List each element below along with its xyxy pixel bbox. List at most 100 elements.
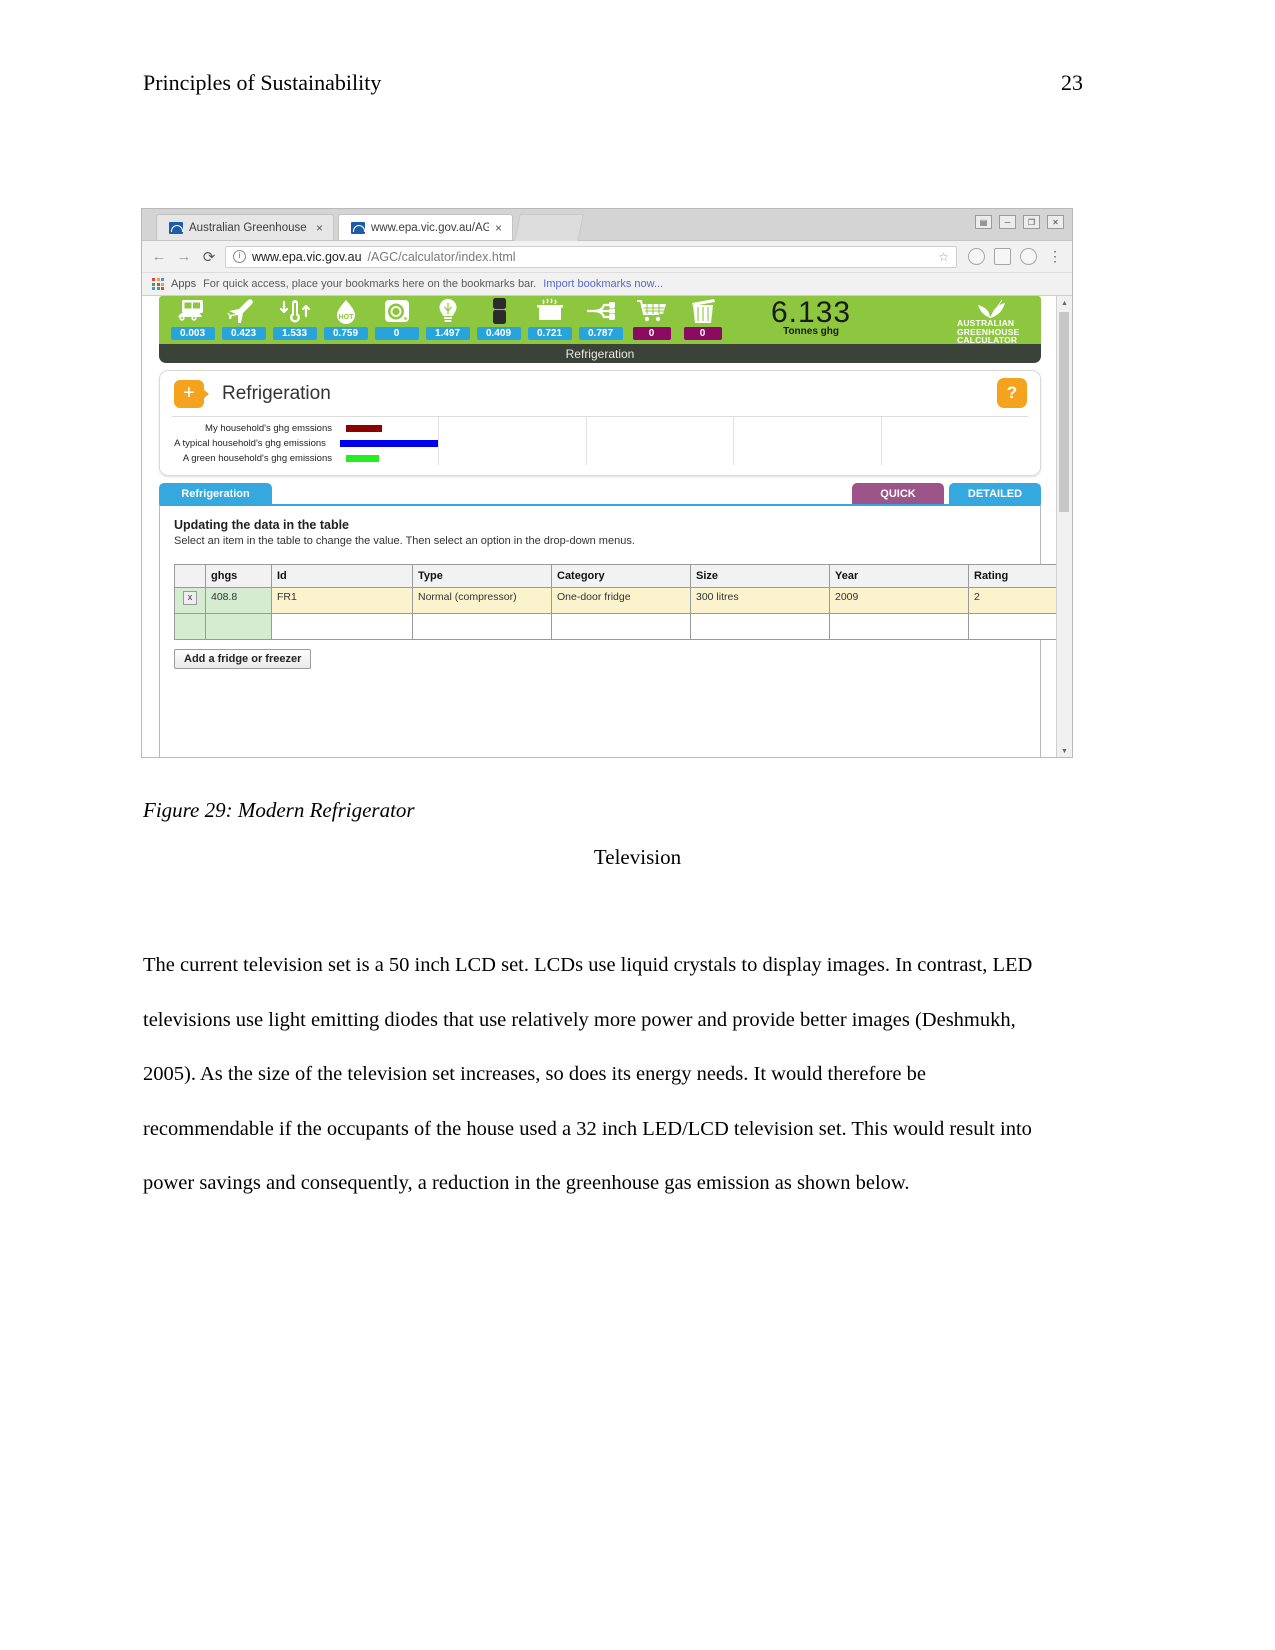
close-icon[interactable]: × [316, 221, 323, 235]
category-value: 0.787 [578, 327, 623, 340]
thermometer-icon [278, 296, 312, 326]
table-header-row: ghgs Id Type Category Size Year Rating [174, 564, 1072, 588]
total-value: 6.133 [771, 296, 852, 329]
add-fridge-button[interactable]: Add a fridge or freezer [174, 649, 312, 669]
forward-icon[interactable]: → [175, 248, 193, 265]
cell-year[interactable] [829, 613, 969, 640]
close-icon[interactable]: × [495, 221, 502, 235]
table-row[interactable] [174, 613, 1072, 640]
col-ghgs: ghgs [205, 564, 272, 588]
cell-size[interactable]: 300 litres [690, 587, 830, 614]
import-bookmarks-link[interactable]: Import bookmarks now... [543, 278, 663, 290]
category-heating-cooling[interactable]: 1.533 [269, 296, 320, 340]
apps-grid-icon[interactable] [152, 278, 164, 290]
tab-quick[interactable]: QUICK [852, 483, 944, 504]
add-icon[interactable]: + [174, 379, 209, 408]
legend-row: My household's ghg emssions [172, 422, 438, 435]
page-scrollbar[interactable]: ▲ ▼ [1056, 296, 1072, 757]
cell-year[interactable]: 2009 [829, 587, 969, 614]
address-bar[interactable]: i www.epa.vic.gov.au/AGC/calculator/inde… [225, 245, 957, 268]
col-year: Year [829, 564, 969, 588]
waste-bin-icon [686, 296, 720, 326]
washing-machine-icon [380, 296, 414, 326]
category-refrigeration[interactable]: 0.409 [473, 296, 524, 340]
tab-title: www.epa.vic.gov.au/AGC [371, 221, 489, 234]
page-viewport: 0.003 0.423 1.533 HOT 0.759 0 1.497 0.40… [142, 296, 1072, 757]
legend-rows: My household's ghg emssions A typical ho… [172, 417, 438, 465]
reload-icon[interactable]: ⟳ [200, 248, 218, 266]
minimize-icon[interactable]: ─ [999, 215, 1016, 229]
tab-refrigeration[interactable]: Refrigeration [159, 483, 272, 504]
bus-car-icon [176, 296, 210, 326]
cell-id[interactable] [271, 613, 413, 640]
help-icon[interactable]: ? [997, 378, 1027, 408]
category-value: 0.423 [221, 327, 266, 340]
legend-bar-typical-household [339, 440, 438, 447]
new-tab-button[interactable] [514, 214, 584, 241]
cooking-pot-icon [533, 296, 567, 326]
cell-size[interactable] [690, 613, 830, 640]
cast-icon[interactable] [994, 248, 1011, 265]
extension-icon[interactable] [968, 248, 985, 265]
close-window-icon[interactable]: ✕ [1047, 215, 1064, 229]
category-cooking[interactable]: 0.721 [524, 296, 575, 340]
category-transport[interactable]: 0.003 [167, 296, 218, 340]
browser-screenshot: Australian Greenhouse C × www.epa.vic.go… [141, 208, 1073, 758]
table-row[interactable]: x 408.8 FR1 Normal (compressor) One-door… [174, 587, 1072, 614]
brand-line-3: CALCULATOR [957, 335, 1018, 345]
cell-category[interactable] [551, 613, 691, 640]
maximize-icon[interactable]: ❐ [1023, 215, 1040, 229]
cell-ghgs: 408.8 [205, 587, 272, 614]
category-waste[interactable]: 0 [677, 296, 728, 340]
shopping-cart-icon [635, 296, 669, 326]
cell-type[interactable] [412, 613, 552, 640]
browser-tab-2[interactable]: www.epa.vic.gov.au/AGC × [338, 214, 513, 240]
appliance-table: ghgs Id Type Category Size Year Rating x [174, 564, 1072, 640]
hot-water-drop-icon: HOT [329, 296, 363, 326]
delete-row-icon[interactable]: x [183, 591, 197, 605]
calculator-top-bar: 0.003 0.423 1.533 HOT 0.759 0 1.497 0.40… [159, 296, 1041, 344]
lightbulb-icon [431, 296, 465, 326]
cell-id[interactable]: FR1 [271, 587, 413, 614]
row-delete-cell[interactable]: x [174, 587, 206, 614]
category-hot-water[interactable]: HOT 0.759 [320, 296, 371, 340]
col-id: Id [271, 564, 413, 588]
category-value: 0.721 [527, 327, 572, 340]
legend-row: A green household's ghg emissions [172, 452, 438, 465]
scrollbar-thumb[interactable] [1059, 312, 1069, 512]
col-category: Category [551, 564, 691, 588]
australian-greenhouse-calculator-logo: AUSTRALIAN GREENHOUSE CALCULATOR [957, 299, 1035, 345]
legend-label: A typical household's ghg emissions [174, 438, 326, 449]
category-value: 0.759 [323, 327, 368, 340]
chart-gridline [438, 417, 586, 465]
browser-tab-1[interactable]: Australian Greenhouse C × [156, 214, 334, 240]
apps-label[interactable]: Apps [171, 278, 196, 290]
category-laundry[interactable]: 0 [371, 296, 422, 340]
user-profile-icon[interactable]: ▤ [975, 215, 992, 229]
fridge-icon [482, 296, 516, 326]
cell-category[interactable]: One-door fridge [551, 587, 691, 614]
toolbar-icons: ⋮ [964, 248, 1064, 265]
cell-type[interactable]: Normal (compressor) [412, 587, 552, 614]
category-value: 0 [374, 327, 419, 340]
tab-detailed[interactable]: DETAILED [949, 483, 1041, 504]
chrome-menu-icon[interactable]: ⋮ [1046, 248, 1064, 265]
category-shopping[interactable]: 0 [626, 296, 677, 340]
url-domain: www.epa.vic.gov.au [252, 249, 362, 264]
category-air-travel[interactable]: 0.423 [218, 296, 269, 340]
panel-tabs: Refrigeration QUICK DETAILED [159, 483, 1041, 504]
category-value: 1.533 [272, 327, 317, 340]
category-appliances[interactable]: 0.787 [575, 296, 626, 340]
panel-title: Refrigeration [222, 382, 331, 404]
bookmarks-hint: For quick access, place your bookmarks h… [203, 278, 537, 290]
site-info-icon[interactable]: i [233, 250, 246, 263]
scroll-down-icon[interactable]: ▼ [1057, 744, 1072, 757]
tab-title: Australian Greenhouse C [189, 221, 310, 234]
category-value: 0 [683, 327, 722, 340]
back-icon[interactable]: ← [150, 248, 168, 265]
calculator-app: 0.003 0.423 1.533 HOT 0.759 0 1.497 0.40… [159, 296, 1072, 757]
profile-icon[interactable] [1020, 248, 1037, 265]
category-lighting[interactable]: 1.497 [422, 296, 473, 340]
bookmark-star-icon[interactable]: ☆ [938, 250, 949, 264]
scroll-up-icon[interactable]: ▲ [1057, 296, 1072, 310]
